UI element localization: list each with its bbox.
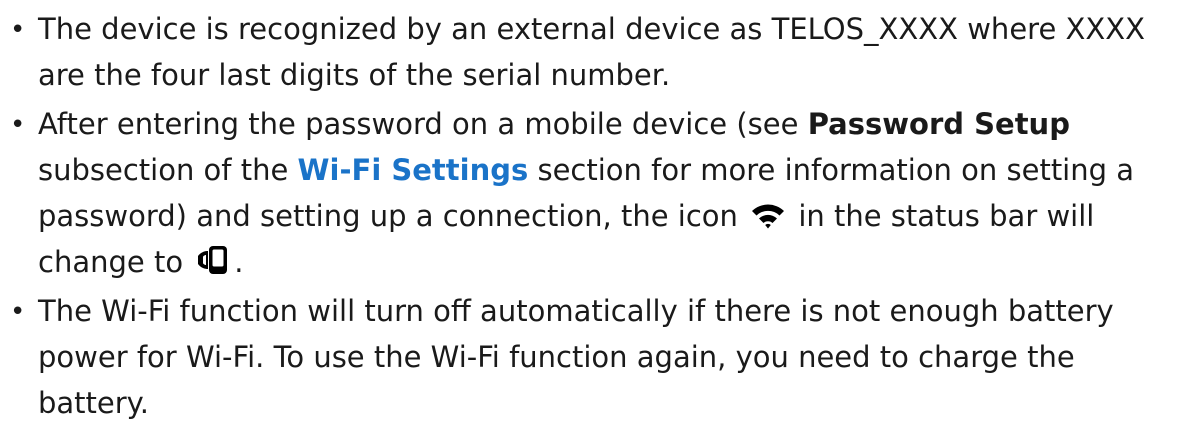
bullet-text-part: subsection of the — [38, 153, 298, 187]
wifi-icon — [751, 202, 785, 230]
bullet-text-part: After entering the password on a mobile … — [38, 107, 808, 141]
bullet-marker: • — [10, 297, 26, 327]
bullet-text-part: . — [234, 245, 244, 279]
bullet-text: The device is recognized by an external … — [38, 12, 1145, 92]
bullet-marker: • — [10, 110, 26, 140]
document-page: • The device is recognized by an externa… — [0, 0, 1189, 445]
bullet-list: • The device is recognized by an externa… — [0, 6, 1185, 429]
bullet-item-password-connection: • After entering the password on a mobil… — [0, 101, 1185, 285]
mobile-connected-icon — [196, 244, 230, 276]
bullet-item-device-name: • The device is recognized by an externa… — [0, 6, 1185, 98]
bullet-marker: • — [10, 15, 26, 45]
bullet-item-battery: • The Wi-Fi function will turn off autom… — [0, 288, 1185, 426]
wifi-settings-link[interactable]: Wi-Fi Settings — [298, 153, 529, 187]
password-setup-reference: Password Setup — [807, 107, 1070, 141]
bullet-text: The Wi-Fi function will turn off automat… — [38, 294, 1114, 420]
